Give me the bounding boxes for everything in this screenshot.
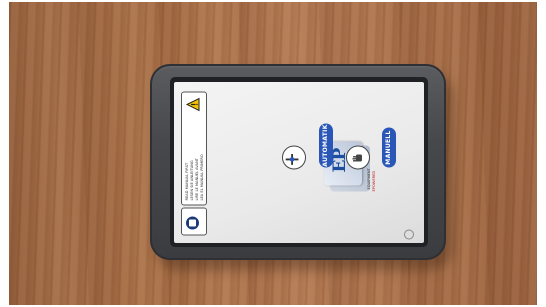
warning-line: LIRE LE MANUEL AVANT xyxy=(195,157,199,200)
book-icon xyxy=(186,216,199,229)
power-icon[interactable] xyxy=(404,229,414,239)
ui-screen: READ MANUAL FIRST LESEN SIE ANLEITUNG LI… xyxy=(174,82,424,243)
logo-tagline: EPOWERED xyxy=(372,170,376,191)
warning-line: LEA EL MANUAL PRIMERO xyxy=(200,153,204,200)
manual-book-button[interactable] xyxy=(181,207,207,235)
hand-icon xyxy=(352,154,362,161)
logo-brand-text: EQUIPMENT xyxy=(367,167,371,189)
manual-button[interactable]: MANUELL xyxy=(382,127,396,167)
warning-line: LESEN SIE ANLEITUNG xyxy=(190,159,194,200)
touch-screen[interactable]: READ MANUAL FIRST LESEN SIE ANLEITUNG LI… xyxy=(174,82,424,243)
joystick-icon xyxy=(285,153,299,165)
warning-notice: READ MANUAL FIRST LESEN SIE ANLEITUNG LI… xyxy=(181,91,207,205)
manual-mode-button[interactable] xyxy=(346,145,370,169)
automatic-button[interactable]: AUTOMATIK xyxy=(319,123,333,167)
rotated-ui: READ MANUAL FIRST LESEN SIE ANLEITUNG LI… xyxy=(174,82,424,243)
screen-bezel: READ MANUAL FIRST LESEN SIE ANLEITUNG LI… xyxy=(170,77,428,247)
automatic-mode-button[interactable] xyxy=(282,145,306,169)
warning-triangle-icon xyxy=(186,97,200,111)
warning-line: READ MANUAL FIRST xyxy=(185,162,189,200)
photo-background: READ MANUAL FIRST LESEN SIE ANLEITUNG LI… xyxy=(9,2,537,305)
handheld-controller: READ MANUAL FIRST LESEN SIE ANLEITUNG LI… xyxy=(150,64,446,260)
